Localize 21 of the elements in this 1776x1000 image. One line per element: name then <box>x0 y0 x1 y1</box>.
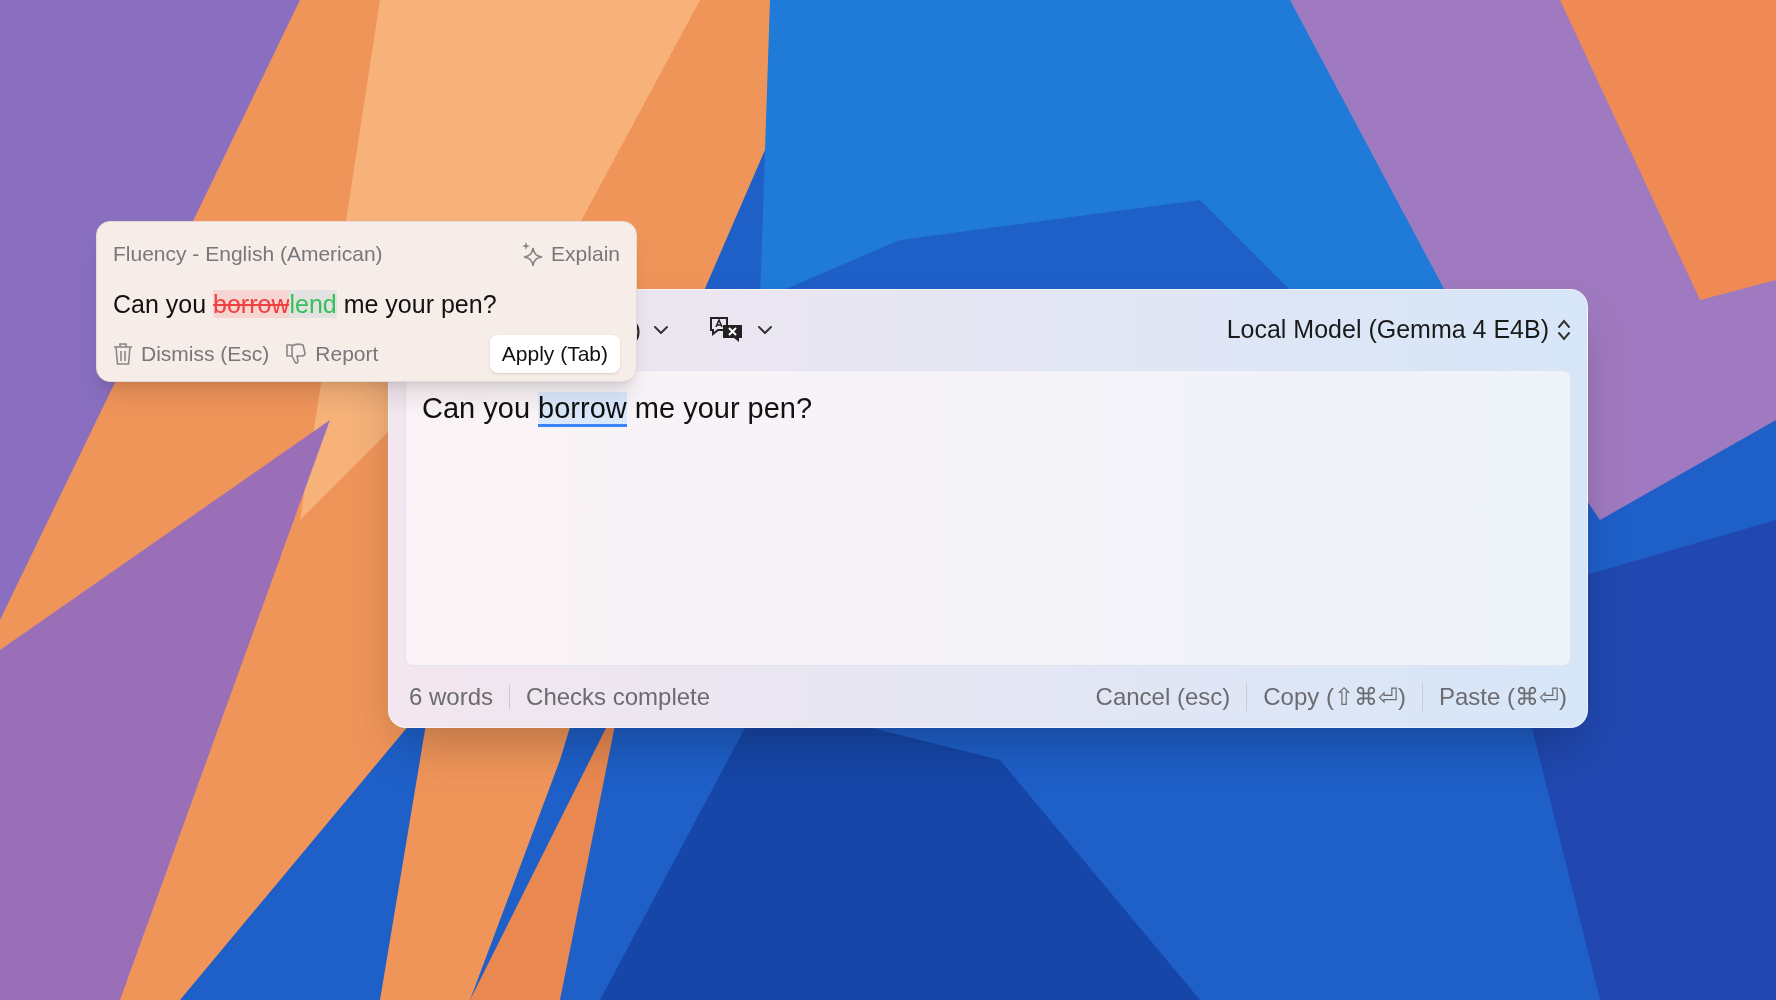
chevron-down-icon <box>653 325 669 335</box>
category-label: Fluency - English (American) <box>113 241 383 267</box>
word-count: 6 words <box>409 681 494 712</box>
text-editor[interactable]: Can you borrow me your pen? <box>405 370 1571 666</box>
editor-text: Can you borrow me your pen? <box>422 392 813 427</box>
action-button[interactable]: Copy (⇧⌘⏎) <box>1263 678 1406 715</box>
model-selector[interactable]: Local Model (Gemma 4 E4B) <box>1226 311 1571 349</box>
sparkle-icon <box>521 241 544 266</box>
report-button[interactable]: Report <box>285 338 379 370</box>
explain-button[interactable]: Explain <box>521 238 620 270</box>
translate-icon[interactable] <box>709 316 745 344</box>
up-down-chevron-icon <box>1557 318 1571 342</box>
trash-icon <box>113 341 133 366</box>
action-button[interactable]: Cancel (esc) <box>1095 678 1231 715</box>
apply-button[interactable]: Apply (Tab) <box>489 335 620 373</box>
dismiss-button[interactable]: Dismiss (Esc) <box>113 338 270 370</box>
action-button[interactable]: Paste (⌘⏎) <box>1438 678 1567 715</box>
suggestion-text: Can you borrowlend me your pen? <box>113 288 498 320</box>
status-text: Checks complete <box>526 681 711 712</box>
chevron-down-icon <box>757 325 773 335</box>
thumbs-down-icon <box>285 341 308 366</box>
